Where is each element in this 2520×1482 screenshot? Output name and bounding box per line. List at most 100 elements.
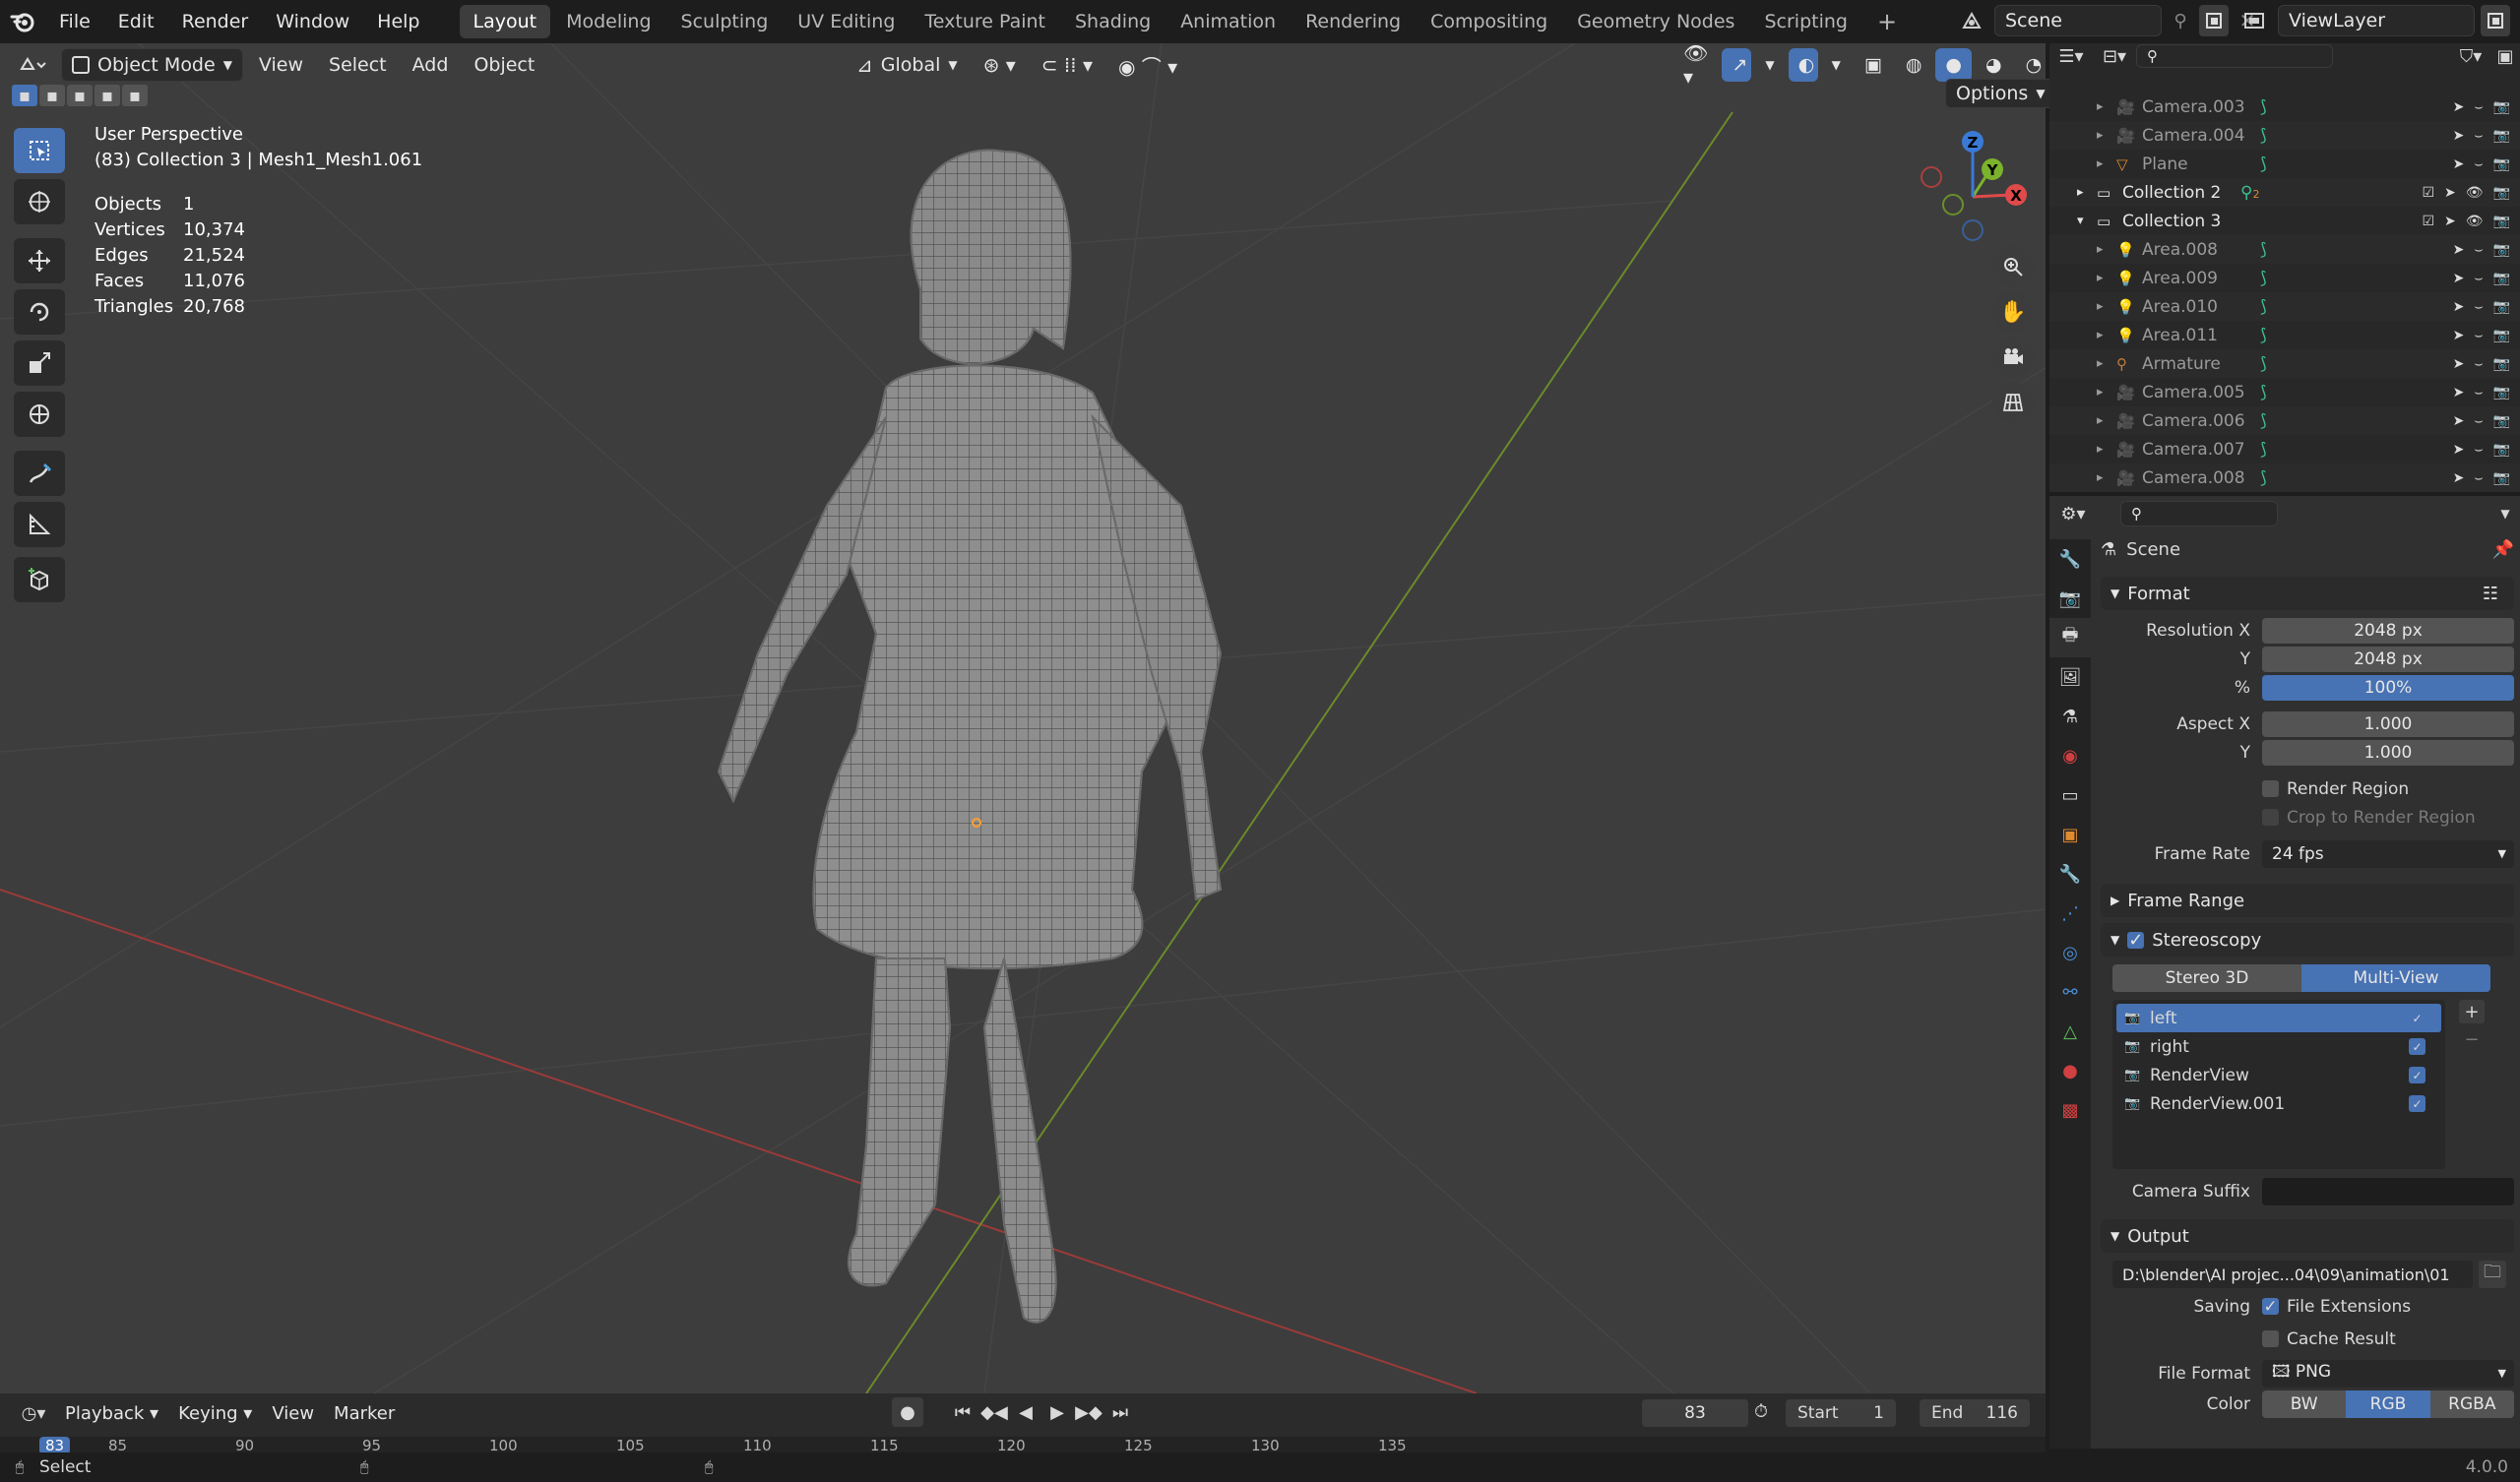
outliner-row[interactable]: ▸ 🎥 Camera.007 ⟆ ➤ ⌣ 📷 [2049,435,2520,463]
camera-view-icon[interactable] [1992,337,2034,378]
prev-keyframe-icon[interactable]: ◆◀ [980,1397,1008,1427]
annotate-tool-icon[interactable] [14,451,65,496]
end-frame-field[interactable]: End 116 [1920,1399,2030,1427]
gizmo-toggle-icon[interactable]: ↗ [1722,48,1752,82]
overlay-dropdown-icon[interactable]: ▼ [1822,48,1851,82]
new-scene-icon[interactable] [2199,5,2229,36]
add-view-icon[interactable]: + [2459,1000,2485,1023]
outliner-row[interactable]: ▸ 🎥 Camera.004 ⟆ ➤ ⌣ 📷 [2049,121,2520,150]
scene-tab-icon[interactable]: ⚗ [2049,697,2091,736]
menu-view[interactable]: View [249,48,313,82]
navigation-gizmo[interactable]: X Y Z [1914,128,2032,246]
tab-scripting[interactable]: Scripting [1750,5,1861,38]
eye-icon[interactable]: 👁 [2466,185,2484,201]
menu-view[interactable]: View [262,1403,324,1424]
snap-toggle-icon[interactable]: ⊂ ⁞⁞ ▾ [1032,48,1102,82]
camera-suffix-input[interactable] [2262,1177,2514,1205]
frame-range-panel-header[interactable]: ▶ Frame Range [2101,884,2514,917]
rendered-shading-icon[interactable]: ◔ [2016,48,2052,82]
tab-rendering[interactable]: Rendering [1292,5,1415,38]
material-shading-icon[interactable]: ◕ [1976,48,2012,82]
select-new-icon[interactable]: ▪ [12,85,37,106]
physics-tab-icon[interactable]: ◎ [2049,933,2091,972]
color-rgba-button[interactable]: RGBA [2429,1389,2514,1418]
file-format-dropdown[interactable]: 🖾 PNG ▼ [2262,1359,2514,1388]
object-data-icon[interactable]: ⟆ [2260,440,2267,460]
render-toggle-icon[interactable]: 📷 [2493,442,2510,458]
pan-hand-icon[interactable]: ✋ [1992,291,2034,333]
object-tab-icon[interactable]: ▣ [2049,815,2091,854]
modifier-tab-icon[interactable]: 🔧 [2049,854,2091,894]
render-toggle-icon[interactable]: 📷 [2493,99,2510,115]
render-toggle-icon[interactable]: 📷 [2493,356,2510,372]
outliner-editor-icon[interactable]: ☰▾ [2049,46,2093,67]
outliner-row[interactable]: ▸ 🎥 Camera.005 ⟆ ➤ ⌣ 📷 [2049,378,2520,406]
new-collection-icon[interactable]: ▣ [2490,46,2520,67]
resolution-percent-field[interactable]: 100% [2262,674,2514,701]
jump-end-icon[interactable]: ⏭ [1106,1397,1134,1427]
add-workspace-icon[interactable]: + [1863,5,1911,38]
view-layer-icon[interactable] [2236,5,2272,36]
multi-view-button[interactable]: Multi-View [2301,964,2490,992]
remove-view-icon[interactable]: − [2459,1027,2485,1051]
selectable-toggle-icon[interactable]: ➤ [2453,328,2465,343]
object-data-icon[interactable]: ⟆ [2260,269,2267,288]
object-data-icon[interactable]: ⟆ [2260,154,2267,174]
transform-tool-icon[interactable] [14,392,65,437]
selectable-toggle-icon[interactable]: ➤ [2453,413,2465,429]
pin-icon[interactable]: ⚲ [2168,5,2193,36]
chevron-right-icon[interactable]: ▸ [2097,385,2116,400]
crop-region-checkbox[interactable] [2262,809,2279,826]
menu-select[interactable]: Select [319,48,397,82]
selectable-toggle-icon[interactable]: ➤ [2453,99,2465,115]
hidden-eye-icon[interactable]: ⌣ [2474,442,2483,458]
render-toggle-icon[interactable]: 📷 [2493,299,2510,315]
stereo-3d-button[interactable]: Stereo 3D [2112,964,2301,992]
tab-shading[interactable]: Shading [1061,5,1165,38]
view-list-item[interactable]: 📷 right ✓ [2116,1032,2441,1061]
cursor-tool-icon[interactable] [14,179,65,224]
selectable-toggle-icon[interactable]: ➤ [2444,185,2456,201]
menu-file[interactable]: File [45,0,104,43]
orientation-dropdown[interactable]: ⊿ Global ▼ [847,48,968,82]
chevron-right-icon[interactable]: ▸ [2097,156,2116,171]
properties-search-input[interactable]: ⚲ [2120,501,2278,526]
object-data-icon[interactable]: ⟆ [2260,326,2267,345]
render-toggle-icon[interactable]: 📷 [2493,271,2510,286]
chevron-right-icon[interactable]: ▸ [2077,185,2097,200]
rotate-tool-icon[interactable] [14,289,65,335]
zoom-icon[interactable] [1992,246,2034,287]
hidden-eye-icon[interactable]: ⌣ [2474,271,2483,286]
hidden-eye-icon[interactable]: ⌣ [2474,156,2483,172]
gizmo-dropdown-icon[interactable]: ▼ [1755,48,1784,82]
new-view-layer-icon[interactable] [2481,5,2510,36]
current-frame-field[interactable]: 83 [1642,1399,1748,1427]
menu-edit[interactable]: Edit [104,0,168,43]
outliner-row[interactable]: ▸ 💡 Area.008 ⟆ ➤ ⌣ 📷 [2049,235,2520,264]
outliner-row[interactable]: ▸ ▽ Plane ⟆ ➤ ⌣ 📷 [2049,150,2520,178]
tab-animation[interactable]: Animation [1166,5,1290,38]
outliner-row[interactable]: ▸ 🎥 Camera.008 ⟆ ➤ ⌣ 📷 [2049,463,2520,492]
chevron-right-icon[interactable]: ▸ [2097,299,2116,314]
object-data-icon[interactable]: ⟆ [2260,297,2267,317]
measure-tool-icon[interactable] [14,502,65,547]
output-path-input[interactable]: D:\blender\AI projec...04\09\animation\0… [2112,1261,2473,1288]
render-toggle-icon[interactable]: 📷 [2493,156,2510,172]
file-extensions-checkbox[interactable]: ✓ [2262,1297,2279,1317]
select-subtract-icon[interactable]: ▪ [67,85,93,106]
resolution-x-field[interactable]: 2048 px [2262,617,2514,644]
chevron-right-icon[interactable]: ▸ [2097,442,2116,457]
blender-logo-icon[interactable] [0,0,45,43]
aspect-y-field[interactable]: 1.000 [2262,739,2514,766]
outliner-row[interactable]: ▸ 🎥 Camera.006 ⟆ ➤ ⌣ 📷 [2049,406,2520,435]
wireframe-shading-icon[interactable]: ◍ [1896,48,1932,82]
filter-icon[interactable]: ⛉▾ [2451,46,2490,67]
selectable-toggle-icon[interactable]: ➤ [2453,385,2465,401]
visibility-icon[interactable]: 👁▾ [1673,41,1718,89]
perspective-toggle-icon[interactable] [1992,382,2034,423]
object-data-icon[interactable]: ⟆ [2260,468,2267,488]
frame-rate-dropdown[interactable]: 24 fps ▼ [2262,839,2514,868]
selectable-toggle-icon[interactable]: ➤ [2453,356,2465,372]
chevron-right-icon[interactable]: ▸ [2097,356,2116,371]
outliner-search-input[interactable]: ⚲ [2136,44,2333,68]
